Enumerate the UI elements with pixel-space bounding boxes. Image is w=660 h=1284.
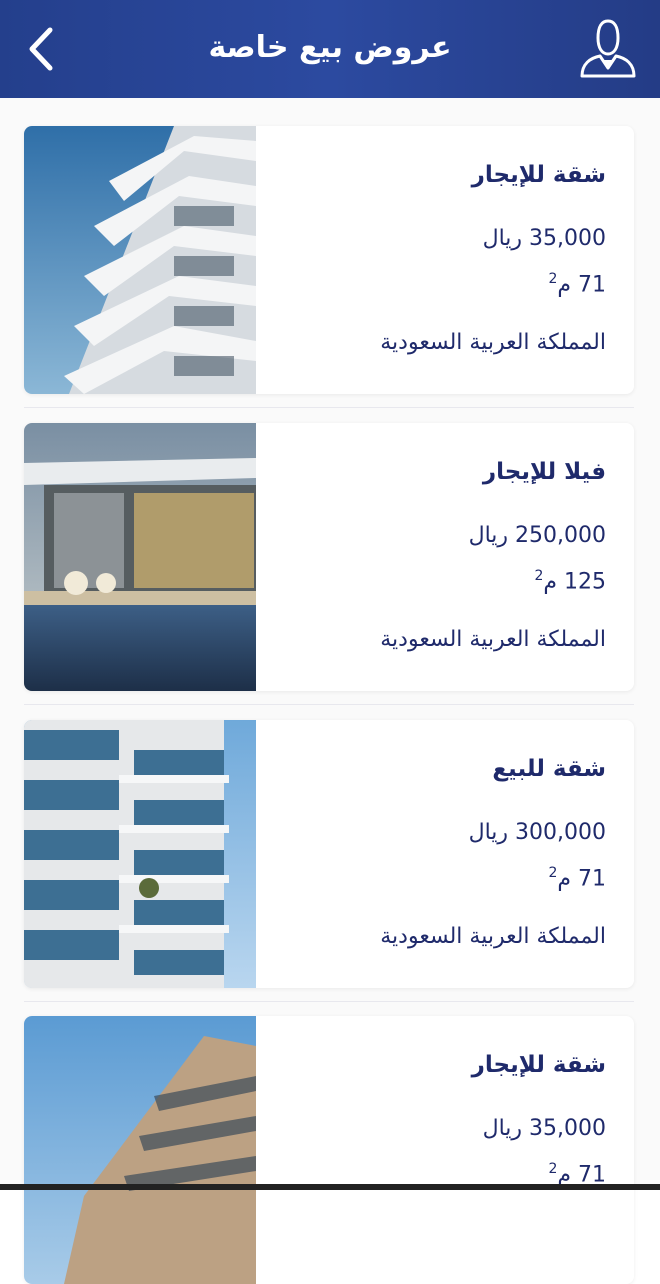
listing-area: 71 م2 bbox=[548, 271, 606, 297]
listing-info: شقة للإيجار 35,000 ريال 71 م2 المملكة ال… bbox=[256, 126, 634, 394]
listing-location: المملكة العربية السعودية bbox=[380, 330, 606, 355]
listing-title: شقة للبيع bbox=[492, 756, 606, 782]
listing-price: 35,000 ريال bbox=[482, 1116, 606, 1141]
listing-price: 35,000 ريال bbox=[482, 226, 606, 251]
divider bbox=[24, 1001, 634, 1002]
app-header: عروض بيع خاصة bbox=[0, 0, 660, 98]
bottom-edge bbox=[0, 1184, 660, 1190]
listing-card[interactable]: شقة للبيع 300,000 ريال 71 م2 المملكة الع… bbox=[24, 720, 634, 988]
listing-area-value: 125 م bbox=[543, 569, 606, 595]
listing-card[interactable]: شقة للإيجار 35,000 ريال 71 م2 bbox=[24, 1016, 634, 1284]
apartment-photo bbox=[24, 1016, 256, 1284]
listing-title: شقة للإيجار bbox=[471, 162, 606, 188]
listing-location: المملكة العربية السعودية bbox=[380, 924, 606, 949]
listing-area-value: 71 م bbox=[557, 272, 606, 298]
villa-photo bbox=[24, 423, 256, 691]
apartment-photo bbox=[24, 720, 256, 988]
listing-location: المملكة العربية السعودية bbox=[380, 627, 606, 652]
listing-area: 71 م2 bbox=[548, 865, 606, 891]
listing-area-value: 71 م bbox=[557, 866, 606, 892]
listing-info: شقة للإيجار 35,000 ريال 71 م2 bbox=[256, 1016, 634, 1284]
listing-price: 300,000 ريال bbox=[468, 820, 606, 845]
profile-user-icon[interactable] bbox=[578, 16, 638, 80]
divider bbox=[24, 704, 634, 705]
listing-info: فيلا للإيجار 250,000 ريال 125 م2 المملكة… bbox=[256, 423, 634, 691]
listing-title: شقة للإيجار bbox=[471, 1052, 606, 1078]
listing-title: فيلا للإيجار bbox=[482, 459, 606, 485]
apartment-photo bbox=[24, 126, 256, 394]
page-title: عروض بيع خاصة bbox=[208, 30, 452, 65]
listing-area: 125 م2 bbox=[534, 568, 606, 594]
divider bbox=[24, 407, 634, 408]
listing-info: شقة للبيع 300,000 ريال 71 م2 المملكة الع… bbox=[256, 720, 634, 988]
listing-card[interactable]: فيلا للإيجار 250,000 ريال 125 م2 المملكة… bbox=[24, 423, 634, 691]
listings-list: شقة للإيجار 35,000 ريال 71 م2 المملكة ال… bbox=[0, 98, 660, 1284]
listing-price: 250,000 ريال bbox=[468, 523, 606, 548]
listing-card[interactable]: شقة للإيجار 35,000 ريال 71 م2 المملكة ال… bbox=[24, 126, 634, 394]
